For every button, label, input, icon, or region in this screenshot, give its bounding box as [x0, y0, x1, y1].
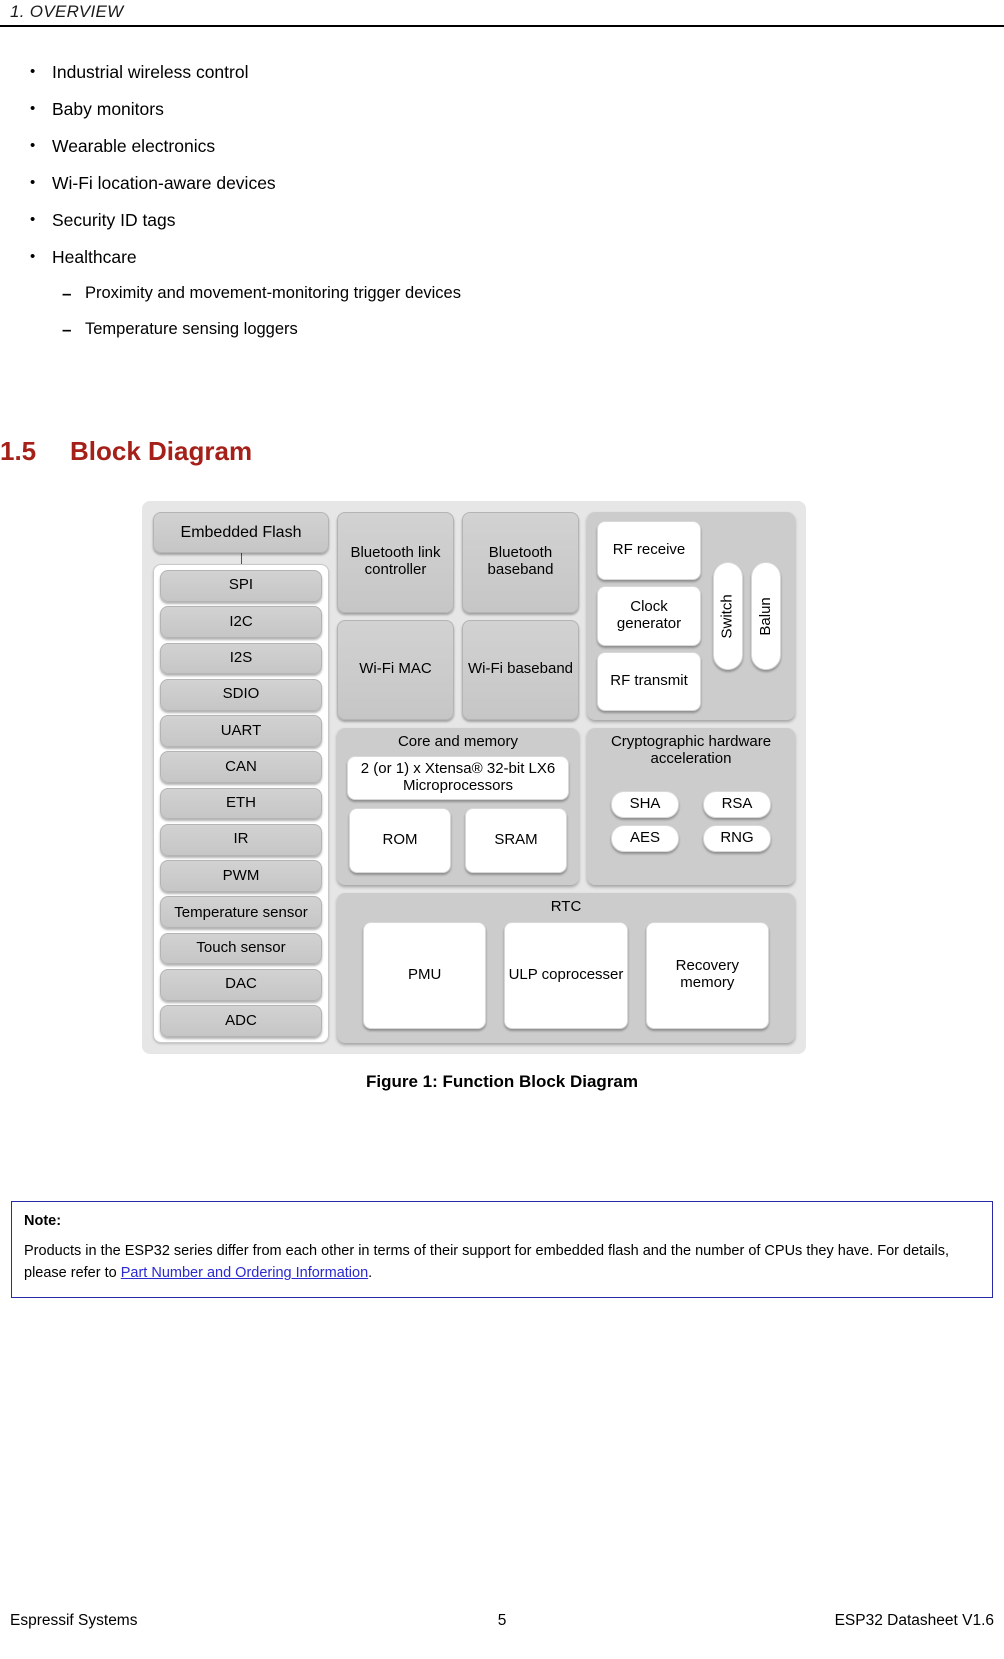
block-aes: AES	[611, 824, 679, 852]
list-item: • Wi-Fi location-aware devices	[0, 173, 1004, 194]
core-and-memory-group: Core and memory 2 (or 1) x Xtensa® 32-bi…	[337, 728, 579, 885]
block-rf-transmit: RF transmit	[597, 651, 701, 711]
bullet-icon: •	[30, 100, 36, 117]
block-rsa: RSA	[703, 790, 771, 818]
diagram-left-column: Embedded Flash SPI I2C I2S SDIO UART CAN…	[153, 512, 329, 1043]
block-sdio: SDIO	[160, 678, 322, 711]
dash-icon: –	[62, 284, 72, 303]
section-heading: 1.5 Block Diagram	[0, 436, 252, 467]
list-item: • Security ID tags	[0, 210, 1004, 231]
footer-page-number: 5	[497, 1612, 507, 1629]
list-item: • Wearable electronics	[0, 136, 1004, 157]
note-title: Note:	[24, 1213, 62, 1229]
block-switch: Switch	[713, 562, 743, 670]
block-i2c: I2C	[160, 606, 322, 639]
block-wifi-baseband: Wi-Fi baseband	[462, 619, 579, 720]
block-rng: RNG	[703, 824, 771, 852]
list-item-label: Industrial wireless control	[52, 62, 249, 82]
rf-blocks-column: RF receive Clock generator RF transmit	[597, 521, 701, 711]
block-bluetooth-baseband: Bluetooth baseband	[462, 512, 579, 613]
rf-group: RF receive Clock generator RF transmit S…	[587, 512, 795, 720]
list-item-label: Wearable electronics	[52, 136, 216, 156]
block-ulp-coprocessor: ULP coprocesser	[504, 921, 628, 1029]
note-box: Note: Products in the ESP32 series diffe…	[11, 1201, 993, 1298]
bullet-icon: •	[30, 63, 36, 80]
function-block-diagram: Embedded Flash SPI I2C I2S SDIO UART CAN…	[142, 501, 806, 1054]
radio-row-bluetooth: Bluetooth link controller Bluetooth base…	[337, 512, 579, 613]
block-rf-receive: RF receive	[597, 521, 701, 581]
block-rom: ROM	[349, 807, 451, 873]
flash-connector-line	[240, 553, 242, 564]
radio-row-wifi: Wi-Fi MAC Wi-Fi baseband	[337, 619, 579, 720]
note-link[interactable]: Part Number and Ordering Information	[121, 1265, 368, 1281]
rf-vertical-blocks: Switch Balun	[709, 521, 785, 711]
dash-icon: –	[62, 320, 72, 340]
block-pwm: PWM	[160, 860, 322, 892]
block-clock-generator: Clock generator	[597, 586, 701, 646]
crypto-group-title: Cryptographic hardware acceleration	[610, 733, 772, 767]
block-cpu: 2 (or 1) x Xtensa® 32-bit LX6 Microproce…	[347, 755, 569, 800]
block-balun: Balun	[751, 562, 781, 670]
list-item-label: Baby monitors	[52, 99, 164, 119]
block-eth: ETH	[160, 787, 322, 820]
sub-list-item-label: Temperature sensing loggers	[85, 320, 298, 339]
note-text-after: .	[368, 1265, 373, 1282]
page-footer: Espressif Systems 5 ESP32 Datasheet V1.6	[0, 1612, 1004, 1630]
bullet-icon: •	[30, 211, 36, 228]
block-dac: DAC	[160, 968, 322, 1001]
rtc-group-title: RTC	[550, 898, 582, 915]
block-ir: IR	[160, 823, 322, 856]
diagram-row-radio: Bluetooth link controller Bluetooth base…	[337, 512, 795, 720]
sub-list-item: – Temperature sensing loggers	[0, 320, 1004, 340]
diagram-row-core-crypto: Core and memory 2 (or 1) x Xtensa® 32-bi…	[337, 728, 795, 885]
section-title-label: Block Diagram	[70, 436, 253, 466]
block-spi: SPI	[160, 570, 322, 602]
footer-company: Espressif Systems	[10, 1612, 138, 1629]
block-embedded-flash: Embedded Flash	[153, 512, 329, 553]
rtc-blocks-row: PMU ULP coprocesser Recovery memory	[347, 916, 785, 1029]
core-and-memory-title: Core and memory	[397, 733, 519, 750]
footer-document: ESP32 Datasheet V1.6	[834, 1612, 994, 1629]
list-item: • Industrial wireless control	[0, 62, 1004, 83]
figure-caption: Figure 1: Function Block Diagram	[365, 1072, 639, 1091]
list-item: • Healthcare	[0, 247, 1004, 268]
block-balun-label: Balun	[756, 596, 774, 636]
header-divider	[0, 25, 1004, 27]
bullet-icon: •	[30, 137, 36, 154]
list-item-label: Healthcare	[52, 247, 137, 267]
radio-blocks-column: Bluetooth link controller Bluetooth base…	[337, 512, 579, 720]
block-temperature-sensor: Temperature sensor	[160, 896, 322, 929]
block-touch-sensor: Touch sensor	[160, 932, 322, 965]
rtc-group: RTC PMU ULP coprocesser Recovery memory	[337, 893, 795, 1043]
block-uart: UART	[160, 715, 322, 747]
sub-list-item: – Proximity and movement-monitoring trig…	[0, 284, 1004, 304]
list-item: • Baby monitors	[0, 99, 1004, 120]
block-adc: ADC	[160, 1005, 322, 1037]
block-bluetooth-link-controller: Bluetooth link controller	[337, 512, 454, 613]
block-sha: SHA	[611, 790, 679, 818]
sub-list-item-label: Proximity and movement-monitoring trigge…	[85, 284, 461, 302]
peripherals-group: SPI I2C I2S SDIO UART CAN ETH IR PWM Tem…	[153, 564, 329, 1043]
block-pmu: PMU	[363, 921, 487, 1029]
application-list: • Industrial wireless control • Baby mon…	[0, 62, 1004, 357]
bullet-icon: •	[30, 174, 36, 191]
block-i2s: I2S	[160, 642, 322, 675]
memory-row: ROM SRAM	[347, 807, 569, 876]
block-wifi-mac: Wi-Fi MAC	[337, 619, 454, 720]
running-head: 1. OVERVIEW	[10, 2, 124, 21]
block-switch-label: Switch	[718, 593, 736, 639]
list-item-label: Wi-Fi location-aware devices	[52, 173, 276, 193]
block-can: CAN	[160, 751, 322, 784]
diagram-right-side: Bluetooth link controller Bluetooth base…	[337, 512, 795, 1043]
page-header: 1. OVERVIEW	[0, 0, 1004, 27]
block-sram: SRAM	[465, 807, 567, 873]
crypto-blocks-grid: SHA RSA AES RNG	[597, 767, 785, 875]
note-body: Products in the ESP32 series differ from…	[24, 1240, 980, 1285]
bullet-icon: •	[30, 248, 36, 265]
list-item-label: Security ID tags	[52, 210, 176, 230]
section-number: 1.5	[0, 436, 37, 466]
block-recovery-memory: Recovery memory	[645, 921, 769, 1029]
crypto-group: Cryptographic hardware acceleration SHA …	[587, 728, 795, 885]
